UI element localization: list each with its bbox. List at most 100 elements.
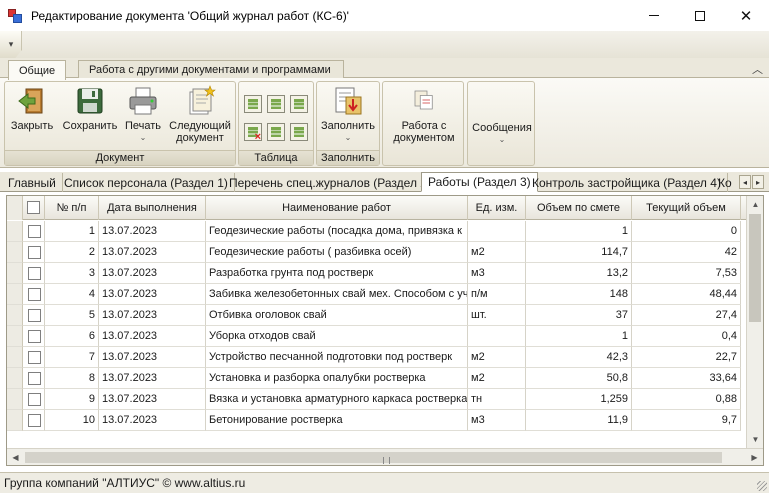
save-button[interactable]: Сохранить	[61, 85, 119, 132]
cell-unit[interactable]: м2	[468, 347, 526, 368]
cell-unit[interactable]: м2	[468, 368, 526, 389]
cell-current-volume[interactable]: 0,4	[632, 326, 741, 347]
row-checkbox-cell[interactable]	[23, 284, 45, 305]
insert-row-below-icon[interactable]	[267, 95, 285, 113]
cell-current-volume[interactable]: 48,44	[632, 284, 741, 305]
cell-date[interactable]: 13.07.2023	[99, 347, 206, 368]
row-checkbox-cell[interactable]	[23, 389, 45, 410]
row-checkbox[interactable]	[28, 372, 41, 385]
cell-date[interactable]: 13.07.2023	[99, 410, 206, 431]
row-checkbox-cell[interactable]	[23, 221, 45, 242]
cell-number[interactable]: 9	[45, 389, 99, 410]
row-selector[interactable]	[7, 221, 23, 242]
row-selector[interactable]	[7, 242, 23, 263]
cell-unit[interactable]: м2	[468, 242, 526, 263]
cell-unit[interactable]: шт.	[468, 305, 526, 326]
row-checkbox[interactable]	[28, 267, 41, 280]
cell-estimate-volume[interactable]: 37	[526, 305, 632, 326]
tab-personnel[interactable]: Список персонала (Раздел 1)	[58, 173, 235, 192]
tab-works[interactable]: Работы (Раздел 3)	[421, 172, 538, 192]
cell-work-name[interactable]: Отбивка оголовок свай	[206, 305, 468, 326]
cell-estimate-volume[interactable]: 1	[526, 221, 632, 242]
tab-overflow[interactable]: Ко	[712, 173, 738, 192]
row-checkbox-cell[interactable]	[23, 347, 45, 368]
cell-date[interactable]: 13.07.2023	[99, 326, 206, 347]
cell-number[interactable]: 6	[45, 326, 99, 347]
row-checkbox[interactable]	[28, 288, 41, 301]
table-row[interactable]: 1 13.07.2023 Геодезические работы (посадка…	[7, 221, 747, 242]
cell-estimate-volume[interactable]: 42,3	[526, 347, 632, 368]
tab-special-journals[interactable]: Перечень спец.журналов (Раздел 2)	[223, 173, 438, 192]
chevron-down-icon[interactable]: ▾	[2, 33, 20, 55]
cell-unit[interactable]	[468, 221, 526, 242]
row-selector[interactable]	[7, 389, 23, 410]
cell-estimate-volume[interactable]: 13,2	[526, 263, 632, 284]
delete-row-icon[interactable]	[244, 123, 262, 143]
cell-current-volume[interactable]: 0,88	[632, 389, 741, 410]
cell-unit[interactable]: м3	[468, 263, 526, 284]
cell-current-volume[interactable]: 7,53	[632, 263, 741, 284]
horizontal-scroll-thumb[interactable]	[25, 452, 722, 464]
cell-number[interactable]: 7	[45, 347, 99, 368]
work-with-document-button[interactable]: Работа с документом	[385, 88, 463, 144]
table-row[interactable]: 4 13.07.2023 Забивка железобетонных свай м…	[7, 284, 747, 305]
table-row[interactable]: 8 13.07.2023 Установка и разборка опалубки…	[7, 368, 747, 389]
table-row[interactable]: 3 13.07.2023 Разработка грунта под роствер…	[7, 263, 747, 284]
row-checkbox[interactable]	[28, 351, 41, 364]
tab-general[interactable]: Общие	[8, 60, 67, 80]
header-select-all[interactable]	[23, 196, 45, 220]
cell-date[interactable]: 13.07.2023	[99, 389, 206, 410]
cell-date[interactable]: 13.07.2023	[99, 284, 206, 305]
row-checkbox[interactable]	[28, 414, 41, 427]
header-current-volume[interactable]: Текущий объем	[632, 196, 741, 220]
row-checkbox-cell[interactable]	[23, 368, 45, 389]
cell-number[interactable]: 8	[45, 368, 99, 389]
tab-other-documents[interactable]: Работа с другими документами и программа…	[78, 60, 344, 79]
grid-view-icon[interactable]	[290, 95, 308, 113]
cell-work-name[interactable]: Уборка отходов свай	[206, 326, 468, 347]
tab-main[interactable]: Главный	[2, 173, 63, 192]
cell-estimate-volume[interactable]: 148	[526, 284, 632, 305]
cell-number[interactable]: 10	[45, 410, 99, 431]
row-selector[interactable]	[7, 284, 23, 305]
horizontal-scrollbar[interactable]: ◀ ▶	[7, 448, 763, 465]
row-checkbox[interactable]	[28, 225, 41, 238]
cell-work-name[interactable]: Геодезические работы (посадка дома, прив…	[206, 221, 468, 242]
maximize-button[interactable]	[677, 0, 723, 31]
row-selector[interactable]	[7, 326, 23, 347]
table-row[interactable]: 5 13.07.2023 Отбивка оголовок свай шт. 37 27,…	[7, 305, 747, 326]
cell-date[interactable]: 13.07.2023	[99, 242, 206, 263]
vertical-scrollbar[interactable]: ▲ ▼	[746, 196, 763, 448]
row-selector[interactable]	[7, 347, 23, 368]
scroll-left-icon[interactable]: ◀	[7, 449, 24, 465]
scroll-up-icon[interactable]: ▲	[747, 196, 763, 213]
header-estimate-volume[interactable]: Объем по смете	[526, 196, 632, 220]
cell-date[interactable]: 13.07.2023	[99, 368, 206, 389]
table-row[interactable]: 9 13.07.2023 Вязка и установка арматурного…	[7, 389, 747, 410]
cell-work-name[interactable]: Бетонирование ростверка	[206, 410, 468, 431]
messages-button[interactable]: Сообщения ⌄	[470, 122, 534, 146]
cell-current-volume[interactable]: 27,4	[632, 305, 741, 326]
move-row-up-icon[interactable]	[267, 123, 285, 141]
table-row[interactable]: 7 13.07.2023 Устройство песчанной подготов…	[7, 347, 747, 368]
cell-current-volume[interactable]: 0	[632, 221, 741, 242]
header-date[interactable]: Дата выполнения	[99, 196, 206, 220]
select-all-checkbox[interactable]	[27, 201, 40, 214]
resize-grip-icon[interactable]	[757, 481, 767, 491]
vertical-scroll-thumb[interactable]	[749, 214, 761, 322]
cell-number[interactable]: 1	[45, 221, 99, 242]
add-row-icon[interactable]	[244, 95, 262, 113]
cell-number[interactable]: 5	[45, 305, 99, 326]
close-document-button[interactable]: Закрыть	[8, 85, 56, 132]
cell-current-volume[interactable]: 22,7	[632, 347, 741, 368]
table-row[interactable]: 2 13.07.2023 Геодезические работы ( разбив…	[7, 242, 747, 263]
tab-scroll-right-icon[interactable]: ▸	[752, 175, 764, 189]
header-work-name[interactable]: Наименование работ	[206, 196, 468, 220]
cell-work-name[interactable]: Забивка железобетонных свай мех. Способо…	[206, 284, 468, 305]
row-checkbox[interactable]	[28, 393, 41, 406]
fill-button[interactable]: Заполнить ⌄	[319, 85, 377, 144]
collapse-ribbon-icon[interactable]: ︿	[752, 61, 763, 77]
cell-number[interactable]: 4	[45, 284, 99, 305]
cell-estimate-volume[interactable]: 50,8	[526, 368, 632, 389]
header-number[interactable]: № п/п	[45, 196, 99, 220]
